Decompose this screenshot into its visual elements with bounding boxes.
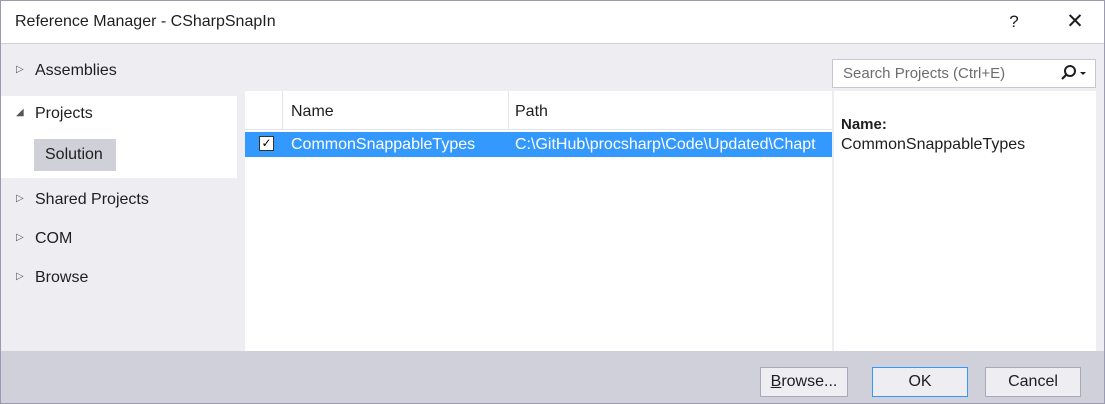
window-title: Reference Manager - CSharpSnapIn [15, 13, 276, 30]
nav-item-label: Projects [35, 105, 93, 122]
nav-item-label: Browse [35, 269, 89, 286]
title-bar: Reference Manager - CSharpSnapIn ? ✕ [1, 1, 1104, 44]
browse-label: rowse... [781, 373, 838, 390]
chevron-down-icon: ◢ [16, 107, 24, 118]
project-list: Name Path ✓ CommonSnappableTypes C:\GitH… [245, 91, 832, 381]
browse-access-key: B [770, 373, 782, 390]
nav-item-browse[interactable]: ▷ Browse [1, 260, 237, 296]
details-name-label: Name: [841, 116, 887, 133]
help-button[interactable]: ? [999, 9, 1029, 35]
row-name: CommonSnappableTypes [291, 136, 476, 153]
search-box[interactable] [832, 59, 1096, 88]
search-icon[interactable] [1059, 63, 1089, 83]
search-input[interactable] [841, 64, 1045, 83]
close-button[interactable]: ✕ [1060, 9, 1090, 35]
column-divider[interactable] [508, 91, 509, 129]
row-path: C:\GitHub\procsharp\Code\Updated\Chapt [515, 136, 816, 153]
nav-item-com[interactable]: ▷ COM [1, 221, 237, 257]
nav-item-label: Assemblies [35, 62, 117, 79]
nav-item-projects[interactable]: ◢ Projects [1, 96, 237, 134]
dialog-footer: Browse... OK Cancel [1, 351, 1104, 403]
chevron-right-icon: ▷ [16, 193, 24, 204]
column-header-path[interactable]: Path [515, 103, 548, 121]
left-nav: ▷ Assemblies ◢ Projects Solution ▷ Share… [1, 44, 237, 351]
chevron-right-icon: ▷ [16, 271, 24, 282]
nav-item-assemblies[interactable]: ▷ Assemblies [1, 53, 237, 89]
nav-item-label: Shared Projects [35, 191, 149, 208]
reference-manager-dialog: Reference Manager - CSharpSnapIn ? ✕ ▷ A… [0, 0, 1105, 404]
list-header: Name Path [245, 91, 832, 130]
chevron-right-icon: ▷ [16, 232, 24, 243]
table-row[interactable]: ✓ CommonSnappableTypes C:\GitHub\procsha… [245, 132, 832, 157]
column-divider [282, 91, 283, 129]
nav-item-shared-projects[interactable]: ▷ Shared Projects [1, 182, 237, 218]
chevron-right-icon: ▷ [16, 64, 24, 75]
details-name-value: CommonSnappableTypes [841, 136, 1026, 153]
browse-button[interactable]: Browse... [760, 367, 848, 397]
nav-item-label: Solution [45, 146, 103, 163]
cancel-button[interactable]: Cancel [985, 367, 1081, 397]
ok-button[interactable]: OK [872, 367, 968, 397]
nav-item-solution[interactable]: Solution [1, 134, 237, 178]
row-checkbox[interactable]: ✓ [259, 136, 274, 151]
details-pane: Name: CommonSnappableTypes [834, 91, 1096, 381]
column-header-name[interactable]: Name [291, 103, 334, 121]
nav-item-label: COM [35, 230, 73, 247]
